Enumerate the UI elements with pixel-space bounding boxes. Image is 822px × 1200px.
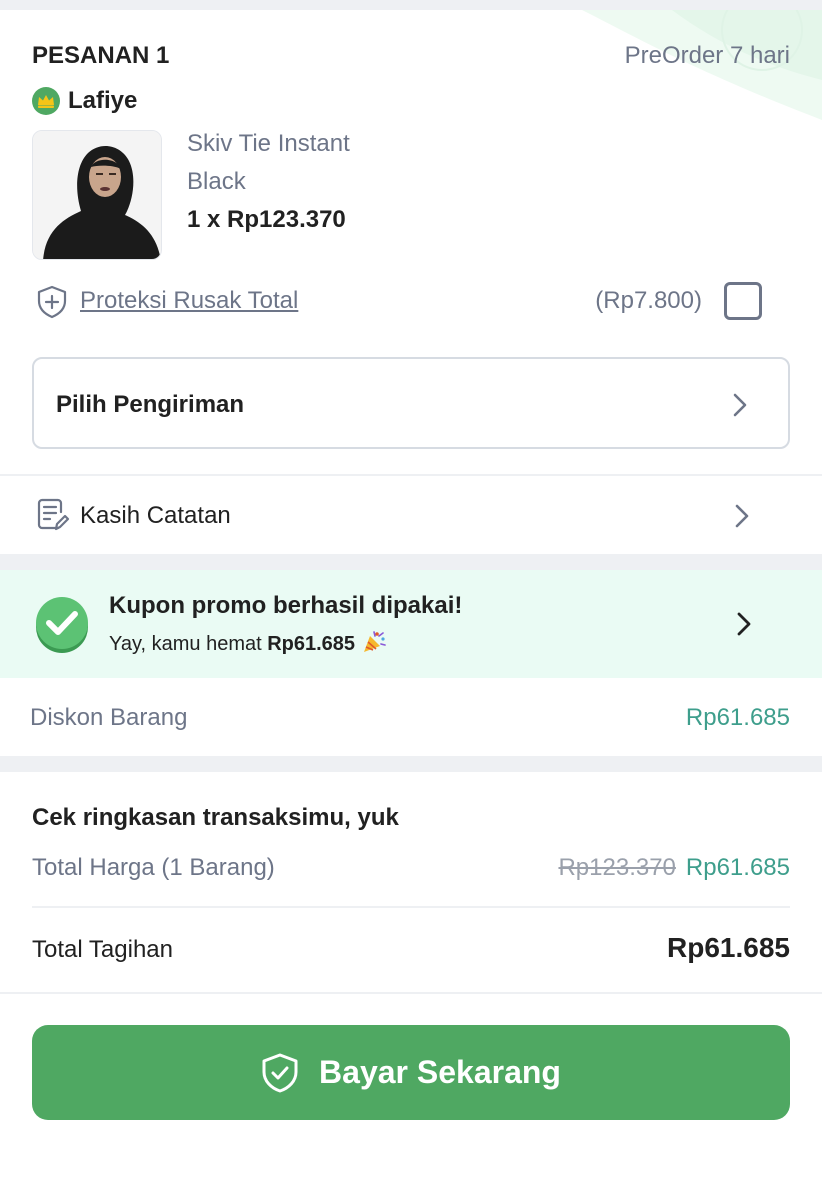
order-title: PESANAN 1: [32, 42, 170, 69]
divider: [0, 992, 822, 994]
shop-name: Lafiye: [68, 87, 138, 114]
promo-banner[interactable]: Kupon promo berhasil dipakai! Yay, kamu …: [0, 570, 822, 678]
crown-badge-icon: [32, 87, 60, 115]
protection-row: Proteksi Rusak Total (Rp7.800): [32, 282, 790, 322]
total-price-row: Total Harga (1 Barang) Rp123.370 Rp61.685: [32, 850, 790, 886]
original-price: Rp123.370: [558, 854, 676, 881]
total-bill-label: Total Tagihan: [32, 936, 173, 963]
promo-subtitle-text: Yay, kamu hemat: [109, 633, 262, 655]
note-edit-icon: [37, 498, 70, 531]
chevron-right-icon: [737, 612, 751, 636]
protection-price: (Rp7.800): [595, 287, 702, 314]
shield-check-icon: [262, 1053, 298, 1092]
preorder-label: PreOrder 7 hari: [624, 42, 790, 69]
shop-row[interactable]: Lafiye: [32, 86, 137, 116]
select-shipping-button[interactable]: Pilih Pengiriman: [32, 357, 790, 449]
product-name[interactable]: Skiv Tie Instant: [187, 130, 350, 158]
promo-title: Kupon promo berhasil dipakai!: [109, 592, 463, 619]
pay-now-label: Bayar Sekarang: [319, 1054, 561, 1090]
total-price-values: Rp123.370 Rp61.685: [558, 854, 790, 882]
top-separator: [0, 0, 822, 10]
total-price-label: Total Harga (1 Barang): [32, 854, 275, 881]
add-note-row[interactable]: Kasih Catatan: [0, 476, 822, 554]
shipping-label: Pilih Pengiriman: [56, 391, 245, 418]
order-header: PESANAN 1 PreOrder 7 hari: [32, 42, 790, 72]
discount-label: Diskon Barang: [30, 704, 188, 731]
note-label: Kasih Catatan: [80, 502, 231, 529]
product-variant: Black: [187, 168, 246, 195]
promo-amount: Rp61.685: [267, 633, 356, 655]
protection-link[interactable]: Proteksi Rusak Total: [80, 287, 298, 315]
chevron-right-icon: [733, 393, 747, 417]
protection-checkbox[interactable]: [724, 282, 762, 320]
divider: [32, 906, 790, 908]
check-circle-icon: [36, 597, 88, 653]
chevron-right-icon: [735, 504, 749, 528]
shield-plus-icon: [37, 285, 67, 319]
pay-now-button[interactable]: Bayar Sekarang: [32, 1025, 790, 1120]
summary-title: Cek ringkasan transaksimu, yuk: [32, 804, 399, 831]
promo-subtitle: Yay, kamu hemat Rp61.685: [109, 630, 387, 656]
discounted-price: Rp61.685: [685, 854, 790, 881]
item-discount-row: Diskon Barang Rp61.685: [0, 678, 822, 756]
party-popper-icon: [364, 631, 386, 652]
total-bill-value: Rp61.685: [667, 932, 790, 963]
section-gap: [0, 756, 822, 772]
total-bill-row: Total Tagihan Rp61.685: [32, 930, 790, 970]
product-image[interactable]: [32, 130, 162, 260]
discount-value: Rp61.685: [685, 704, 790, 731]
section-gap: [0, 554, 822, 570]
product-price: 1 x Rp123.370: [187, 206, 346, 233]
